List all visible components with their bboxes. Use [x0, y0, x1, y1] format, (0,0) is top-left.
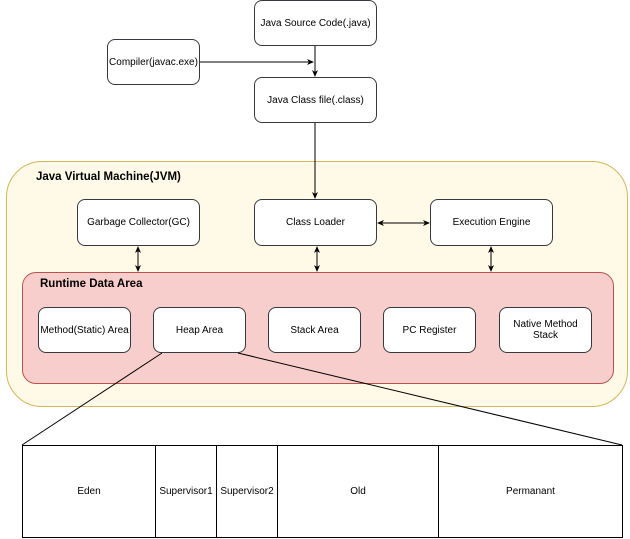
- heap-cell-old: Old: [278, 446, 439, 537]
- heap-cell-label: Supervisor2: [220, 486, 274, 497]
- class-loader-label: Class Loader: [286, 217, 345, 228]
- heap-cell-label: Permanant: [506, 486, 555, 497]
- execution-engine-label: Execution Engine: [452, 217, 531, 228]
- execution-engine-node: Execution Engine: [430, 199, 553, 246]
- java-class-file-node: Java Class file(.class): [254, 77, 377, 123]
- heap-cell-label: Supervisor1: [159, 486, 213, 497]
- runtime-data-area-title: Runtime Data Area: [40, 278, 143, 290]
- pc-register-node: PC Register: [383, 307, 476, 353]
- heap-area-node: Heap Area: [153, 307, 246, 353]
- heap-cell-permanent: Permanant: [439, 446, 622, 537]
- heap-cell-supervisor1: Supervisor1: [156, 446, 217, 537]
- jvm-title: Java Virtual Machine(JVM): [36, 171, 181, 183]
- native-method-stack-label: Native Method Stack: [513, 319, 578, 341]
- method-area-node: Method(Static) Area: [38, 307, 131, 353]
- heap-cell-label: Old: [350, 486, 366, 497]
- heap-area-label: Heap Area: [175, 324, 224, 336]
- stack-area-node: Stack Area: [268, 307, 361, 353]
- heap-breakdown-strip: Eden Supervisor1 Supervisor2 Old Permana…: [22, 445, 623, 538]
- method-area-label: Method(Static) Area: [40, 324, 129, 336]
- pc-register-label: PC Register: [402, 324, 457, 336]
- garbage-collector-node: Garbage Collector(GC): [77, 199, 200, 246]
- java-source-code-label: Java Source Code(.java): [260, 17, 371, 29]
- garbage-collector-label: Garbage Collector(GC): [87, 217, 190, 228]
- stack-area-label: Stack Area: [290, 324, 339, 336]
- native-method-stack-node: Native Method Stack: [499, 307, 592, 353]
- java-class-file-label: Java Class file(.class): [267, 94, 364, 106]
- compiler-label: Compiler(javac.exe): [109, 56, 198, 68]
- heap-cell-eden: Eden: [23, 446, 156, 537]
- java-source-code-node: Java Source Code(.java): [254, 0, 377, 46]
- heap-cell-supervisor2: Supervisor2: [217, 446, 278, 537]
- class-loader-node: Class Loader: [254, 199, 377, 246]
- heap-cell-label: Eden: [77, 486, 101, 497]
- compiler-node: Compiler(javac.exe): [107, 39, 200, 85]
